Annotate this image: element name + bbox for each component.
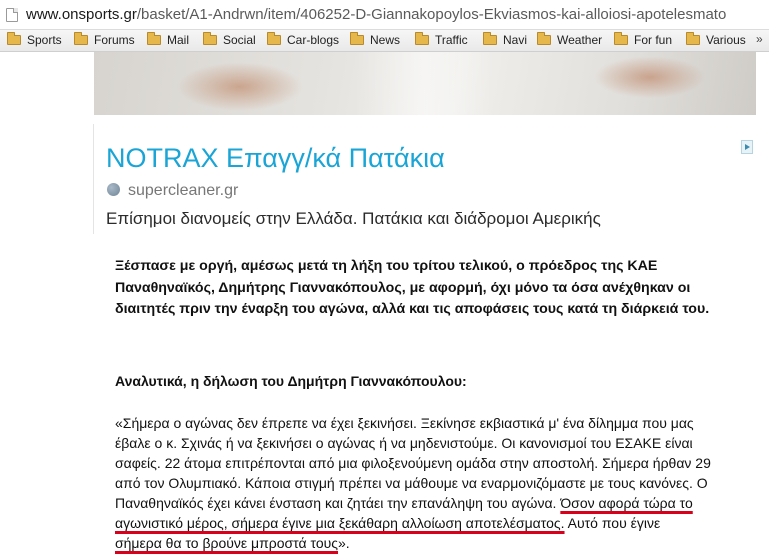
bookmark-label: Sports [27, 33, 62, 47]
page-icon [6, 8, 18, 22]
quote-text: Παναθηναϊκός έχει κάνει ένσταση και ζητά… [115, 495, 561, 511]
bookmark-various[interactable]: Various [686, 32, 746, 49]
bookmark-car-blogs[interactable]: Car-blogs [267, 32, 340, 49]
bookmark-label: Traffic [435, 33, 468, 47]
folder-icon [74, 32, 88, 45]
folder-icon [267, 32, 281, 45]
quote-text: ». [338, 535, 350, 551]
bookmark-social[interactable]: Social [203, 32, 256, 49]
folder-icon [147, 32, 161, 45]
ad-title-link[interactable]: NOTRAX Επαγγ/κά Πατάκια [106, 143, 445, 174]
ad-description: Επίσημοι διανομείς στην Ελλάδα. Πατάκια … [106, 209, 601, 228]
quote-line: «Σήμερα ο αγώνας δεν έπρεπε να έχει ξεκι… [115, 415, 694, 431]
ad-divider [93, 124, 94, 234]
article-hero-image [94, 52, 756, 115]
folder-icon [203, 32, 217, 45]
url-host: www.onsports.gr [26, 6, 137, 23]
quote-line: από τον Ολυμπιακό. Κάποια στιγμή πρέπει … [115, 475, 708, 491]
folder-icon [483, 32, 497, 45]
url-path: /basket/A1-Andrwn/item/406252-D-Giannako… [136, 6, 727, 23]
bookmark-label: Car-blogs [287, 33, 340, 47]
highlighted-quote-text: Όσον αφορά τώρα το [560, 495, 693, 511]
bookmark-sports[interactable]: Sports [7, 32, 62, 49]
quote-line: σήμερα θα το βρούνε μπροστά τους». [115, 533, 730, 553]
highlighted-quote-text: αγωνιστικό μέρος, σήμερα έγινε μια ξεκάθ… [115, 515, 565, 531]
bookmark-for-fun[interactable]: For fun [614, 32, 673, 49]
folder-icon [686, 32, 700, 45]
folder-icon [415, 32, 429, 45]
article-quote: «Σήμερα ο αγώνας δεν έπρεπε να έχει ξεκι… [115, 413, 730, 553]
url-text[interactable]: www.onsports.gr/basket/A1-Andrwn/item/40… [26, 6, 726, 23]
bookmark-label: Weather [557, 33, 603, 47]
folder-icon [614, 32, 628, 45]
bookmark-label: Mail [167, 33, 190, 47]
quote-line: Παναθηναϊκός έχει κάνει ένσταση και ζητά… [115, 493, 730, 513]
bookmark-label: News [370, 33, 401, 47]
quote-line: σαφείς. 22 άτομα επιτρέπονται από μια φι… [115, 455, 711, 471]
hero-highlight [354, 52, 494, 115]
quote-line: αγωνιστικό μέρος, σήμερα έγινε μια ξεκάθ… [115, 513, 730, 533]
bookmark-forums[interactable]: Forums [74, 32, 135, 49]
bookmark-label: Social [223, 33, 256, 47]
bookmark-navi[interactable]: Navi [483, 32, 528, 49]
address-bar[interactable]: www.onsports.gr/basket/A1-Andrwn/item/40… [0, 0, 769, 30]
folder-icon [350, 32, 364, 45]
bookmarks-bar: Sports Forums Mail Social Car-blogs News… [0, 30, 769, 52]
article-subhead: Αναλυτικά, η δήλωση του Δημήτρη Γιαννακό… [115, 373, 467, 389]
folder-icon [537, 32, 551, 45]
bookmarks-overflow-button[interactable]: » [756, 32, 763, 46]
quote-text: Αυτό που έγινε [564, 515, 661, 531]
bookmark-news[interactable]: News [350, 32, 401, 49]
globe-icon [107, 183, 120, 196]
bookmark-weather[interactable]: Weather [537, 32, 603, 49]
bookmark-label: For fun [634, 33, 673, 47]
ad-domain[interactable]: supercleaner.gr [128, 182, 238, 200]
bookmark-traffic[interactable]: Traffic [415, 32, 468, 49]
highlighted-quote-text: σήμερα θα το βρούνε μπροστά τους [115, 535, 339, 551]
bookmark-mail[interactable]: Mail [147, 32, 190, 49]
article-lead: Ξέσπασε με οργή, αμέσως μετά τη λήξη του… [115, 258, 710, 318]
quote-line: έβαλε ο κ. Σχινάς ή να ξεκινήσει ο αγώνα… [115, 435, 693, 451]
page-content: NOTRAX Επαγγ/κά Πατάκια supercleaner.gr … [0, 52, 769, 557]
bookmark-label: Navi [503, 33, 528, 47]
bookmark-label: Various [706, 33, 746, 47]
ad-choices-icon[interactable] [741, 140, 753, 154]
bookmark-label: Forums [94, 33, 135, 47]
folder-icon [7, 32, 21, 45]
